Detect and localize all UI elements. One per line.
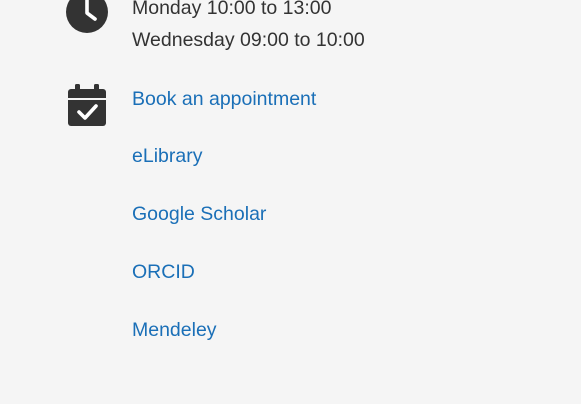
clock-icon [66,0,108,33]
orcid-link[interactable]: ORCID [132,260,195,284]
calendar-check-icon [66,84,108,126]
office-hours: Monday 10:00 to 13:00 Wednesday 09:00 to… [132,0,365,56]
office-hours-line-2: Wednesday 09:00 to 10:00 [132,29,365,51]
elibrary-link[interactable]: eLibrary [132,144,202,168]
office-hours-line-1: Monday 10:00 to 13:00 [132,0,332,19]
book-appointment-link[interactable]: Book an appointment [132,87,316,111]
google-scholar-link[interactable]: Google Scholar [132,202,266,226]
mendeley-link[interactable]: Mendeley [132,318,217,342]
